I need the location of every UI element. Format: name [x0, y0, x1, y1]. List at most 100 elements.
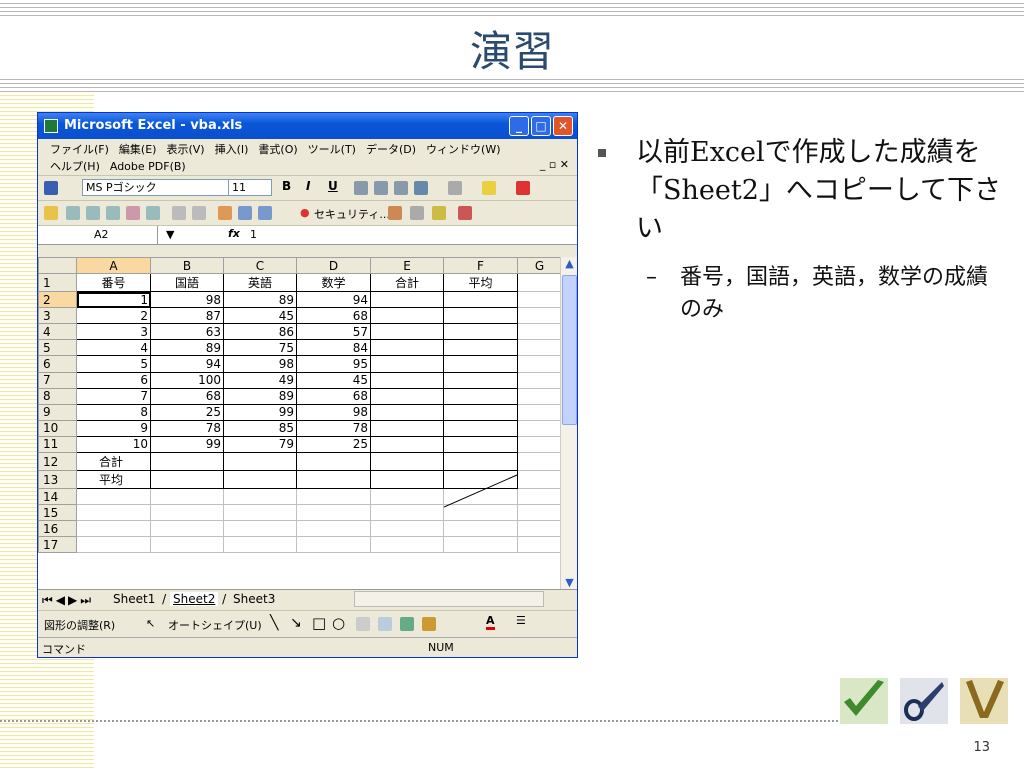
minimize-button[interactable]: _ [509, 116, 529, 136]
line-icon[interactable]: ╲ [270, 615, 278, 631]
fx-icon[interactable]: fx [228, 227, 240, 240]
cell[interactable]: 45 [223, 307, 297, 325]
cell[interactable]: 98 [223, 355, 297, 373]
cell[interactable]: 6 [76, 371, 151, 389]
name-box[interactable]: A2 ▼ [38, 226, 174, 244]
align-right-icon[interactable] [394, 181, 408, 195]
vertical-scrollbar[interactable]: ▲ ▼ [560, 257, 577, 589]
toolbar-icon-12[interactable] [388, 206, 402, 220]
menu-item[interactable]: 編集(E) [119, 143, 157, 156]
tab-sheet1[interactable]: Sheet1 [110, 592, 158, 606]
rectangle-icon[interactable]: □ [312, 614, 326, 632]
cell[interactable] [150, 470, 224, 490]
cell[interactable] [443, 323, 518, 341]
cell[interactable]: 89 [223, 387, 297, 405]
cell[interactable] [150, 504, 224, 522]
scroll-up-icon[interactable]: ▲ [561, 257, 577, 270]
cell[interactable]: 8 [76, 403, 151, 421]
cell[interactable] [76, 504, 151, 522]
cell[interactable] [296, 452, 371, 472]
cell[interactable] [517, 470, 562, 490]
cell[interactable] [517, 273, 562, 293]
cell[interactable]: 10 [76, 435, 151, 454]
select-all-corner[interactable] [38, 256, 77, 275]
cell[interactable] [517, 387, 562, 405]
textbox-icon[interactable] [356, 617, 370, 631]
cell[interactable]: 79 [223, 435, 297, 454]
cell[interactable]: 平均 [443, 273, 518, 293]
cell[interactable] [517, 488, 562, 506]
toolbar-icon-15[interactable] [458, 206, 472, 220]
cell[interactable] [223, 520, 297, 538]
row-header[interactable]: 10 [38, 419, 77, 437]
cell[interactable]: 84 [296, 339, 371, 357]
row-header[interactable]: 5 [38, 339, 77, 357]
cell[interactable] [76, 520, 151, 538]
column-header-d[interactable]: D [296, 256, 371, 275]
cell[interactable] [370, 488, 444, 506]
cell[interactable] [296, 504, 371, 522]
cell[interactable] [517, 323, 562, 341]
cell[interactable] [370, 355, 444, 373]
row-header[interactable]: 7 [38, 371, 77, 389]
sheet-nav-icons[interactable]: ⏮◀▶⏭ [42, 593, 94, 608]
fill-color-icon[interactable] [482, 181, 496, 195]
cell[interactable]: 45 [296, 371, 371, 389]
cell[interactable] [76, 536, 151, 554]
cell[interactable] [76, 488, 151, 506]
tab-sheet3[interactable]: Sheet3 [230, 592, 278, 606]
row-header[interactable]: 4 [38, 323, 77, 341]
cell[interactable]: 99 [223, 403, 297, 421]
merge-center-icon[interactable] [414, 181, 428, 195]
cell[interactable]: 78 [150, 419, 224, 437]
row-header[interactable]: 9 [38, 403, 77, 421]
open-folder-icon[interactable] [44, 206, 58, 220]
column-header-e[interactable]: E [370, 256, 444, 275]
menu-item[interactable]: ツール(T) [308, 143, 356, 156]
cell[interactable] [223, 452, 297, 472]
wordart-icon[interactable] [378, 617, 392, 631]
toolbar-icon-13[interactable] [410, 206, 424, 220]
cell[interactable] [517, 419, 562, 437]
cell[interactable] [517, 339, 562, 357]
oval-icon[interactable]: ○ [332, 614, 345, 632]
cell[interactable]: 78 [296, 419, 371, 437]
cell[interactable] [370, 419, 444, 437]
cell[interactable] [370, 504, 444, 522]
save-icon[interactable] [44, 181, 58, 195]
row-header[interactable]: 1 [38, 273, 77, 293]
cell[interactable] [517, 355, 562, 373]
cell[interactable] [370, 323, 444, 341]
line-style-icon[interactable]: ☰ [516, 614, 526, 627]
cell[interactable]: 86 [223, 323, 297, 341]
row-header[interactable]: 16 [38, 520, 77, 538]
toolbar-icon-11[interactable] [258, 206, 272, 220]
cell[interactable]: 2 [76, 307, 151, 325]
row-header[interactable]: 8 [38, 387, 77, 405]
cell[interactable] [370, 520, 444, 538]
font-color-icon[interactable] [516, 181, 530, 195]
clipart-icon[interactable] [422, 617, 436, 631]
menu-item[interactable]: 書式(O) [258, 143, 297, 156]
cell[interactable] [443, 435, 518, 454]
menu-item[interactable]: 挿入(I) [215, 143, 249, 156]
cell[interactable] [370, 291, 444, 309]
column-header-a[interactable]: A [76, 256, 151, 275]
underline-button[interactable]: U [328, 179, 338, 193]
cell[interactable]: 49 [223, 371, 297, 389]
column-header-g[interactable]: G [517, 256, 562, 275]
row-header[interactable]: 17 [38, 536, 77, 554]
cell[interactable]: 合計 [370, 273, 444, 293]
cell[interactable] [370, 371, 444, 389]
cell[interactable]: 68 [150, 387, 224, 405]
cell[interactable]: 68 [296, 387, 371, 405]
cell[interactable]: 英語 [223, 273, 297, 293]
bold-button[interactable]: B [282, 179, 291, 193]
cell[interactable] [150, 452, 224, 472]
column-header-b[interactable]: B [150, 256, 224, 275]
window-titlebar[interactable]: Microsoft Excel - vba.xls _ □ ✕ [38, 113, 577, 139]
cell[interactable]: 100 [150, 371, 224, 389]
font-name-select[interactable]: MS Pゴシック [82, 179, 232, 196]
security-button[interactable]: セキュリティ... [314, 206, 390, 222]
cell[interactable]: 85 [223, 419, 297, 437]
